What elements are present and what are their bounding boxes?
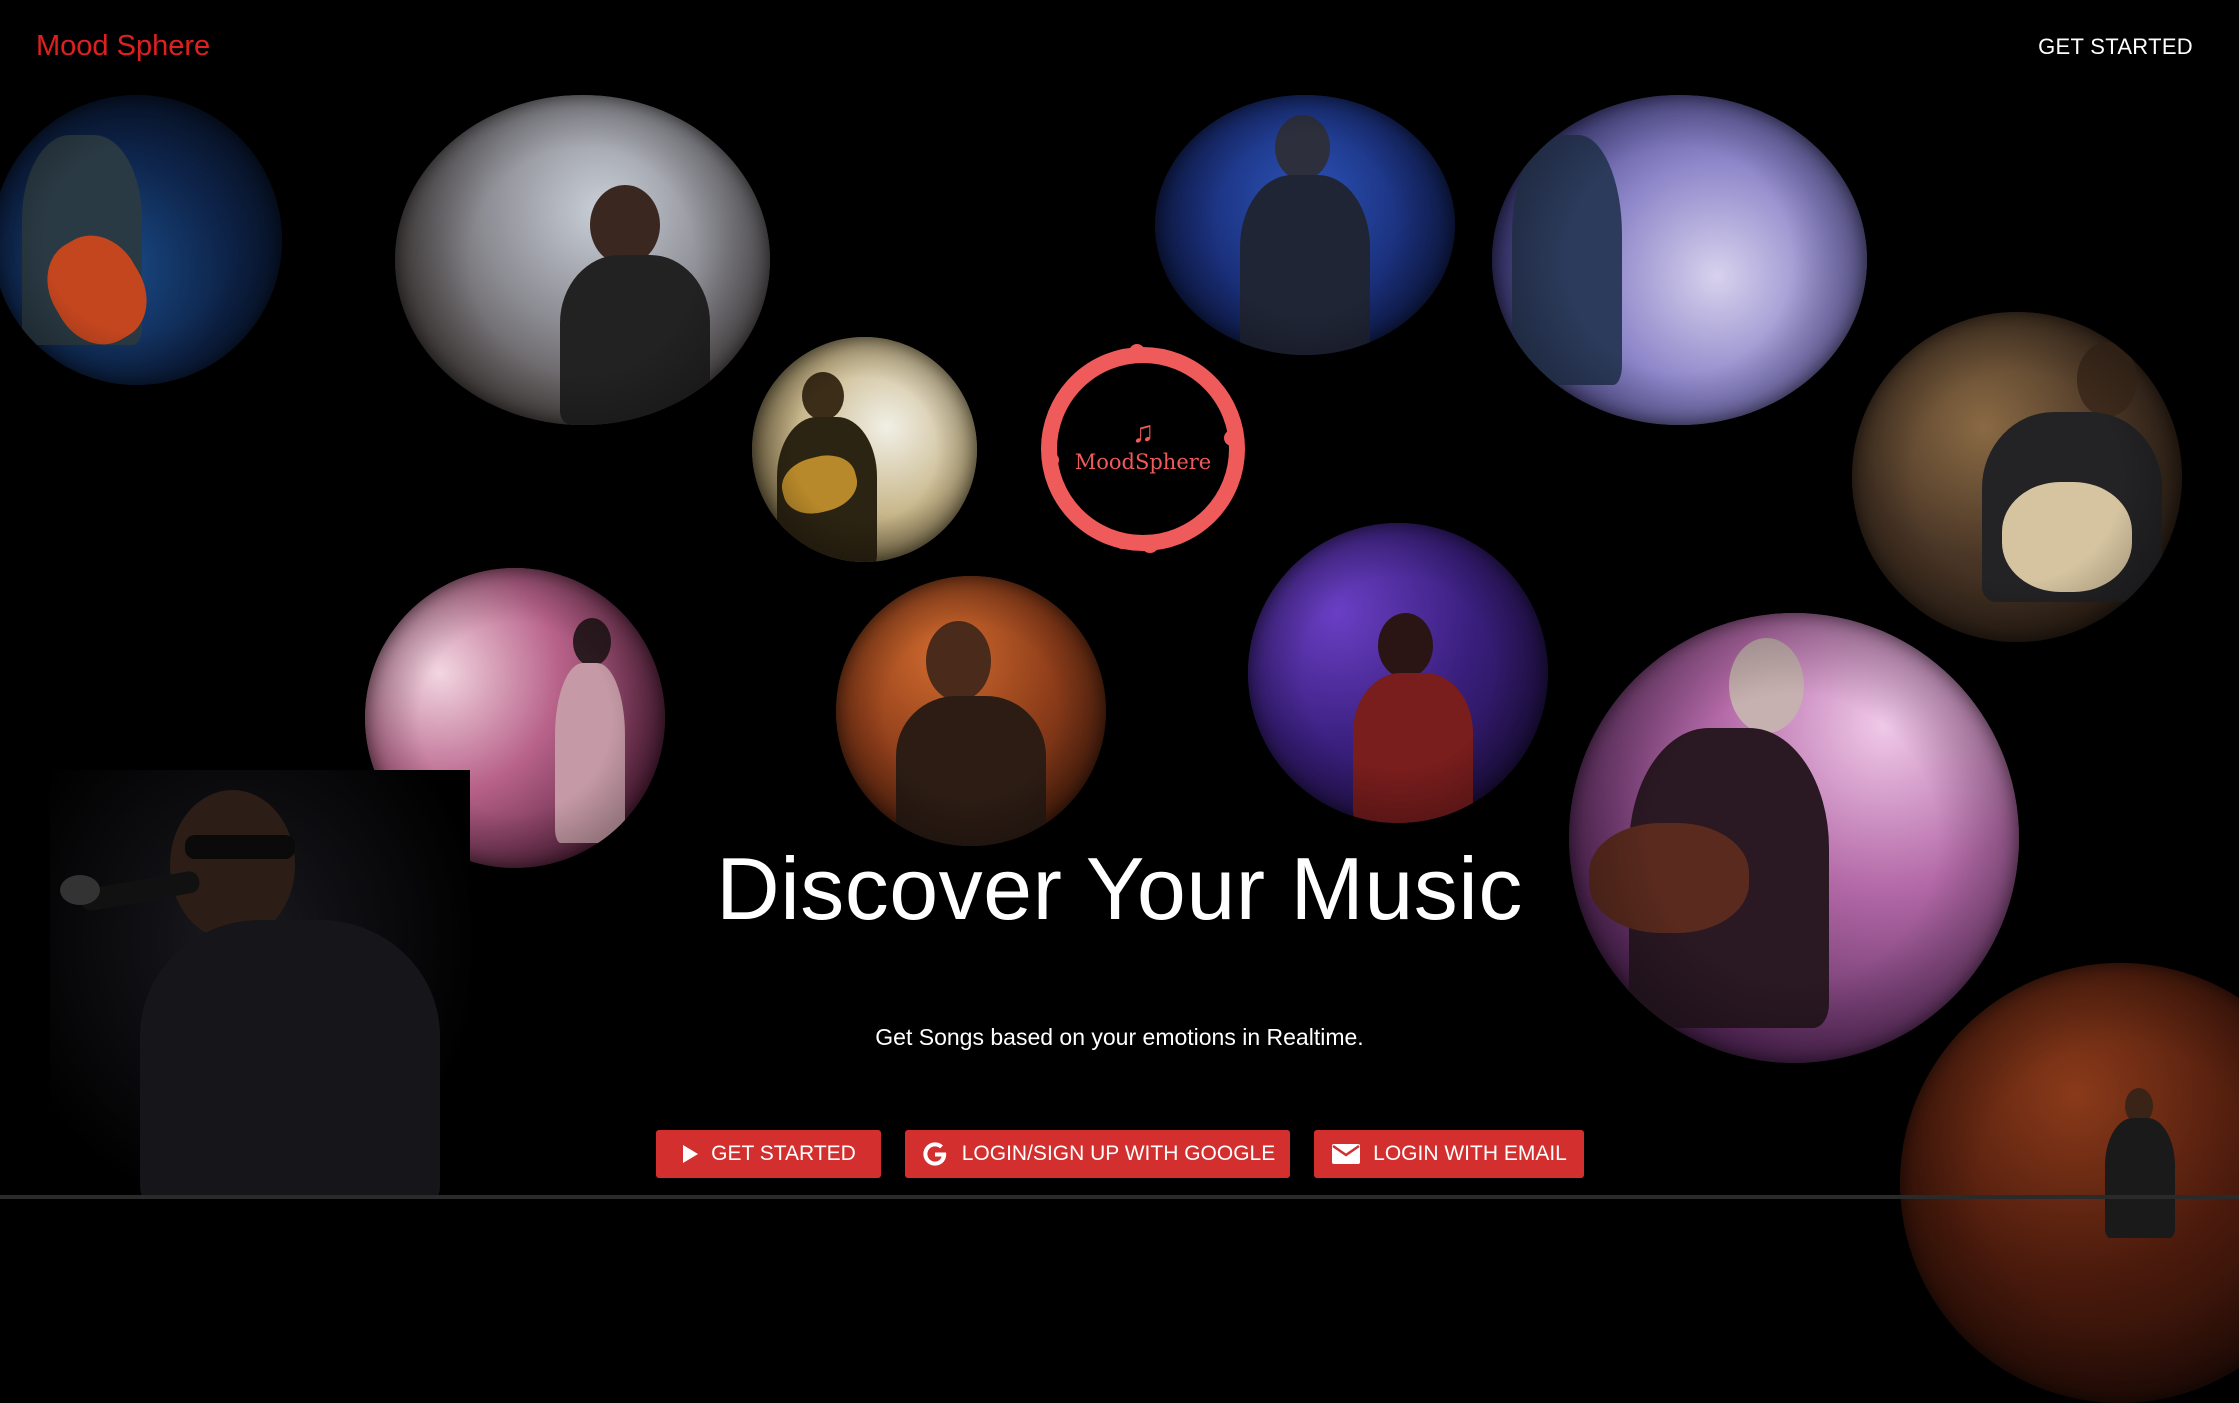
hero-tagline: Get Songs based on your emotions in Real…: [875, 1024, 1364, 1050]
logo-text: MoodSphere: [1074, 450, 1212, 474]
google-login-button[interactable]: LOGIN/SIGN UP WITH GOOGLE: [905, 1130, 1290, 1178]
google-icon: [923, 1142, 946, 1166]
nav-get-started-link[interactable]: GET STARTED: [2038, 34, 2193, 60]
music-note-icon: ♫: [1131, 416, 1155, 449]
concert-photo-guitarist-left: [0, 95, 282, 385]
get-started-button[interactable]: GET STARTED: [656, 1130, 881, 1178]
concert-photo-acoustic-guitarist: [1852, 312, 2182, 642]
concert-photo-guitarist-smoke: [752, 337, 977, 562]
hero-headline: Discover Your Music: [716, 839, 1523, 938]
concert-photo-singer-crowd-hands: [1492, 95, 1867, 425]
email-icon: [1332, 1144, 1361, 1164]
concert-photo-violinist-rain: [1155, 95, 1455, 355]
get-started-label: GET STARTED: [711, 1142, 856, 1165]
play-icon: [683, 1145, 699, 1163]
google-login-label: LOGIN/SIGN UP WITH GOOGLE: [961, 1142, 1276, 1165]
bottom-scroll-edge: [0, 1195, 2239, 1199]
email-login-button[interactable]: LOGIN WITH EMAIL: [1314, 1130, 1584, 1178]
concert-photo-crowd-singer: [395, 95, 770, 425]
moodsphere-logo: ♫ MoodSphere: [1032, 338, 1254, 560]
rapper-photo: [50, 770, 470, 1195]
brand-logo-link[interactable]: Mood Sphere: [36, 30, 210, 63]
concert-photo-singer-orange: [836, 576, 1106, 846]
email-login-label: LOGIN WITH EMAIL: [1373, 1142, 1567, 1165]
top-navbar: Mood Sphere GET STARTED: [0, 0, 2239, 94]
concert-photo-singer-hat: [1248, 523, 1548, 823]
